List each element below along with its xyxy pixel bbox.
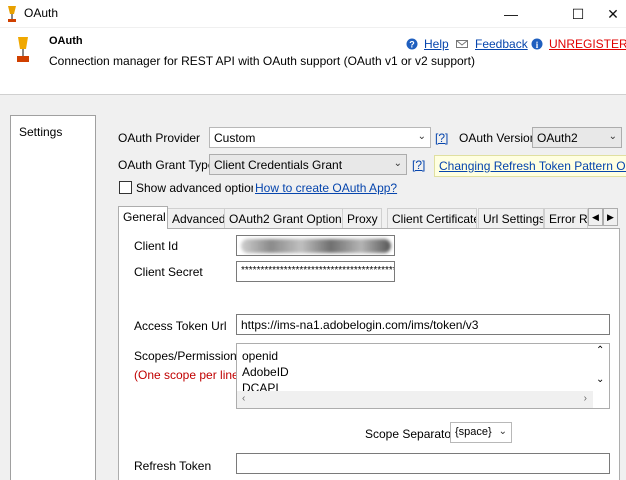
scope-separator-select[interactable]: {space} ⌄ [450,422,512,443]
scopes-hint: (One scope per line) [134,368,243,382]
tab-error-reporting[interactable]: Error Re [544,208,588,228]
grant-type-select[interactable]: Client Credentials Grant ⌄ [209,154,407,175]
header-title: OAuth [49,35,83,47]
refresh-pattern-link[interactable]: Changing Refresh Token Pattern ON [434,155,626,177]
oauth-provider-value: Custom [214,131,256,145]
oauth-version-select[interactable]: OAuth2 ⌄ [532,127,622,148]
svg-text:?: ? [409,40,415,50]
tab-strip: General Advanced OAuth2 Grant Options Pr… [118,206,620,229]
grant-type-label: OAuth Grant Type [118,158,215,172]
feedback-link[interactable]: Feedback [475,37,528,51]
tab-scroll-right-icon[interactable]: ▶ [603,208,618,226]
chevron-right-icon[interactable]: › [584,393,587,404]
unregistered-link[interactable]: UNREGISTERED [549,37,626,51]
client-id-field[interactable] [236,235,395,256]
info-icon: i [531,38,543,50]
show-advanced-checkbox[interactable] [119,181,132,194]
scopes-label: Scopes/Permissions [134,349,243,363]
scope-line: AdobeID [242,365,289,379]
refresh-token-label: Refresh Token [134,459,212,473]
scopes-textarea[interactable]: openid AdobeID DCAPI ⌃ ⌄ ‹ › [236,343,610,409]
redacted-blur [241,239,391,253]
tab-proxy[interactable]: Proxy [342,208,382,228]
lamp-icon [17,37,29,62]
refresh-token-field[interactable] [236,453,610,474]
mail-icon [456,40,468,48]
access-token-url-field[interactable]: https://ims-na1.adobelogin.com/ims/token… [236,314,610,335]
horizontal-scrollbar[interactable]: ‹ › [237,391,593,408]
grant-help-link[interactable]: [?] [412,158,425,172]
client-secret-label: Client Secret [134,265,203,279]
window-title: OAuth [24,6,59,20]
maximize-button[interactable]: ☐ [555,0,601,28]
minimize-button[interactable]: — [488,0,534,28]
client-secret-field[interactable]: **************************************** [236,261,395,282]
tab-general[interactable]: General [118,206,168,229]
title-bar: OAuth — ☐ ✕ [0,0,626,28]
provider-help-link[interactable]: [?] [435,131,448,145]
tab-advanced[interactable]: Advanced [167,208,225,228]
help-link[interactable]: Help [424,37,449,51]
help-icon: ? [406,38,418,50]
header: OAuth Connection manager for REST API wi… [0,28,626,94]
oauth-version-label: OAuth Version [459,131,537,145]
chevron-down-icon: ⌄ [393,158,402,169]
nav-item-settings[interactable]: Settings [19,125,62,139]
lamp-icon [8,6,16,22]
scope-separator-label: Scope Separator [365,427,456,441]
tab-client-certificate[interactable]: Client Certificate [387,208,477,228]
how-to-create-link[interactable]: How to create OAuth App? [255,181,397,195]
show-advanced-label[interactable]: Show advanced options [136,181,253,195]
chevron-down-icon[interactable]: ⌄ [596,374,604,385]
oauth-provider-label: OAuth Provider [118,131,201,145]
access-token-url-label: Access Token Url [134,319,227,333]
oauth-provider-select[interactable]: Custom ⌄ [209,127,431,148]
chevron-left-icon[interactable]: ‹ [242,393,245,404]
chevron-down-icon: ⌄ [417,131,426,142]
vertical-scrollbar[interactable]: ⌃ ⌄ [592,344,609,392]
scope-separator-value: {space} [455,426,492,438]
client-id-label: Client Id [134,239,179,253]
scope-line: openid [242,349,279,363]
grant-type-value: Client Credentials Grant [214,158,343,172]
close-button[interactable]: ✕ [600,0,626,28]
tab-scroll-left-icon[interactable]: ◀ [588,208,603,226]
oauth-version-value: OAuth2 [537,131,578,145]
chevron-up-icon[interactable]: ⌃ [596,345,604,356]
tab-oauth2-grant-options[interactable]: OAuth2 Grant Options [224,208,343,228]
chevron-down-icon: ⌄ [498,426,507,437]
tab-url-settings[interactable]: Url Settings [478,208,544,228]
header-description: Connection manager for REST API with OAu… [49,54,475,68]
nav-panel: Settings [10,115,96,480]
chevron-down-icon: ⌄ [608,131,617,142]
